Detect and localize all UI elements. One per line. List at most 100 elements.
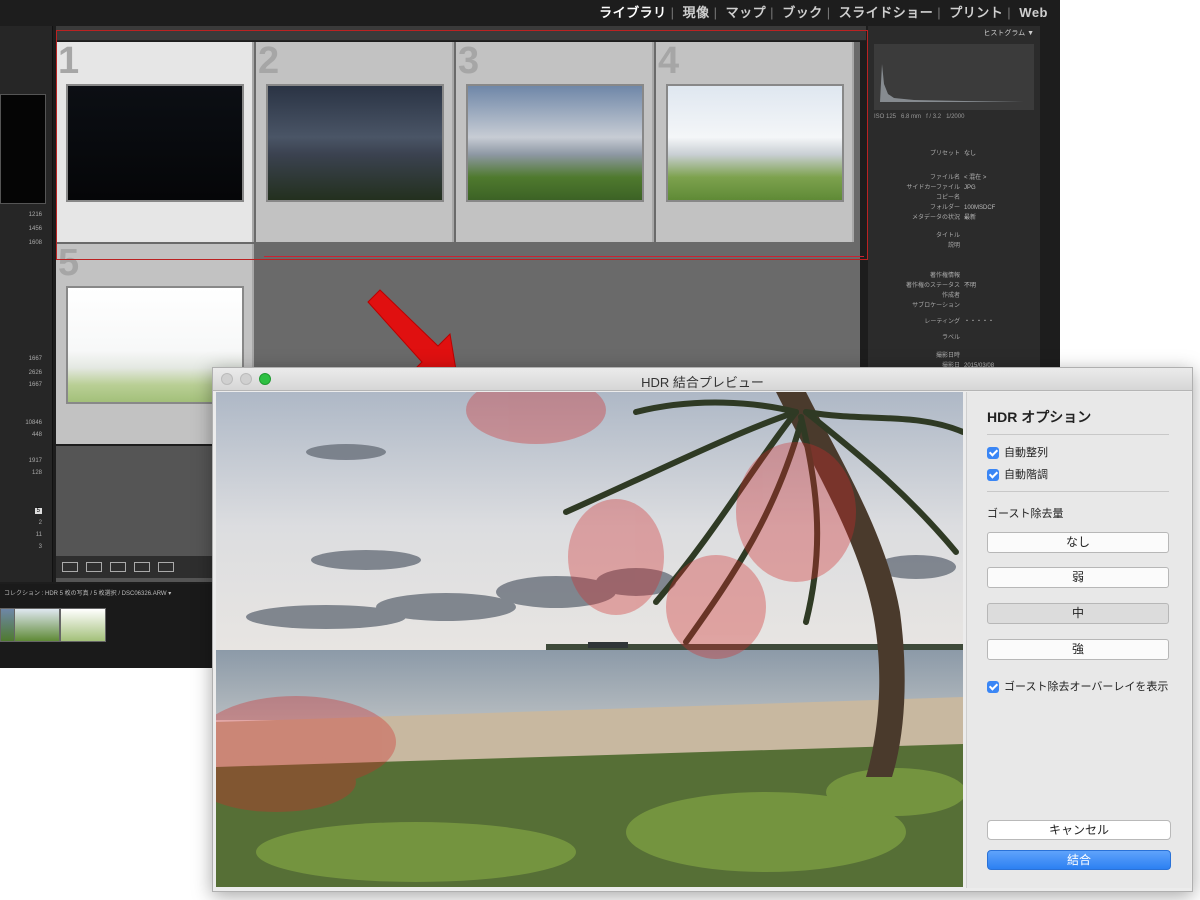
filmstrip-thumbnail[interactable] bbox=[60, 608, 106, 642]
metadata-row: コピー名 bbox=[874, 192, 1034, 201]
focal-length: 6.8 mm bbox=[901, 114, 922, 120]
checkbox-checked-icon[interactable] bbox=[987, 469, 999, 482]
metadata-key: コピー名 bbox=[935, 195, 960, 201]
metadata-key: レーティング bbox=[924, 319, 960, 325]
histogram bbox=[874, 44, 1034, 110]
metadata-value[interactable]: ・・・・・ bbox=[964, 319, 994, 325]
metadata-row: 説明 bbox=[874, 240, 1034, 249]
view-mode-bar bbox=[56, 556, 216, 578]
beach-palm-photo bbox=[216, 392, 963, 887]
module-develop[interactable]: 現像 bbox=[683, 5, 710, 20]
auto-align-checkbox[interactable]: 自動整列 bbox=[987, 446, 1048, 460]
collection-count[interactable]: 3 bbox=[39, 544, 42, 550]
deghost-amount-label: ゴースト除去量 bbox=[987, 508, 1064, 520]
metadata-key: フォルダー bbox=[929, 205, 960, 211]
hdr-options-panel: HDR オプション 自動整列 自動階調 ゴースト除去量 なし 弱 中 強 ゴース… bbox=[966, 392, 1191, 888]
module-separator: | bbox=[713, 5, 718, 20]
filmstrip-thumbnail[interactable] bbox=[14, 608, 60, 642]
deghost-low-button[interactable]: 弱 bbox=[987, 567, 1169, 588]
folder-count[interactable]: 1216 bbox=[29, 212, 42, 218]
module-book[interactable]: ブック bbox=[782, 5, 823, 20]
deghost-none-button[interactable]: なし bbox=[987, 532, 1169, 553]
grid-view-icon[interactable] bbox=[62, 562, 78, 572]
module-separator: | bbox=[937, 5, 942, 20]
checkbox-checked-icon[interactable] bbox=[987, 447, 999, 460]
metadata-value[interactable]: 不明 bbox=[964, 283, 976, 289]
metadata-key: 説明 bbox=[947, 243, 960, 249]
people-view-icon[interactable] bbox=[158, 562, 174, 572]
aperture: f / 3.2 bbox=[926, 114, 942, 120]
annotation-frame bbox=[56, 30, 868, 260]
module-separator: | bbox=[770, 5, 775, 20]
compare-view-icon[interactable] bbox=[110, 562, 126, 572]
auto-tone-checkbox[interactable]: 自動階調 bbox=[987, 468, 1048, 482]
collection-count[interactable]: 1667 bbox=[29, 382, 42, 388]
metadata-key: ファイル名 bbox=[929, 175, 960, 181]
collection-count[interactable]: 1917 bbox=[29, 458, 42, 464]
metadata-row: 撮影日時 bbox=[874, 350, 1034, 359]
collection-count[interactable]: 11 bbox=[36, 532, 42, 538]
metadata-row: メタデータの状況 最新 bbox=[874, 212, 1034, 221]
merge-button[interactable]: 結合 bbox=[987, 850, 1171, 870]
metadata-value[interactable]: 100MSDCF bbox=[964, 205, 995, 211]
metadata-key: タイトル bbox=[935, 233, 960, 239]
survey-view-icon[interactable] bbox=[134, 562, 150, 572]
dialog-titlebar[interactable]: HDR 結合プレビュー bbox=[213, 368, 1192, 391]
metadata-value[interactable]: なし bbox=[964, 151, 976, 157]
cancel-button[interactable]: キャンセル bbox=[987, 820, 1171, 840]
module-separator: | bbox=[670, 5, 675, 20]
collection-count[interactable]: 2 bbox=[39, 520, 42, 526]
module-print[interactable]: プリント bbox=[949, 5, 1003, 20]
metadata-key: プリセット bbox=[929, 151, 960, 157]
module-slideshow[interactable]: スライドショー bbox=[839, 5, 934, 20]
hdr-preview-image bbox=[216, 392, 963, 887]
metadata-key: メタデータの状況 bbox=[911, 215, 960, 221]
metadata-key: 著作権のステータス bbox=[905, 283, 960, 289]
metadata-key: サイドカーファイル bbox=[906, 185, 960, 191]
annotation-frame bbox=[264, 256, 864, 258]
collection-count[interactable]: 10846 bbox=[25, 420, 42, 426]
metadata-key: 著作権情報 bbox=[929, 273, 960, 279]
auto-tone-label: 自動階調 bbox=[1004, 469, 1048, 481]
collection-count[interactable]: 128 bbox=[32, 470, 42, 476]
module-library[interactable]: ライブラリ bbox=[599, 5, 667, 20]
deghost-medium-button[interactable]: 中 bbox=[987, 603, 1169, 624]
collection-count[interactable]: 1667 bbox=[29, 356, 42, 362]
metadata-row: 著作権のステータス 不明 bbox=[874, 280, 1034, 289]
metadata-value[interactable]: < 混在 > bbox=[964, 175, 986, 181]
histogram-info: ISO 125 6.8 mm f / 3.2 1/2000 bbox=[874, 114, 1034, 120]
loupe-view-icon[interactable] bbox=[86, 562, 102, 572]
metadata-row: 著作権情報 bbox=[874, 270, 1034, 279]
metadata-row: サブロケーション bbox=[874, 300, 1034, 309]
hdr-merge-preview-dialog: HDR 結合プレビュー HDR オプション 自動整列 自動階調 ゴースト除去量 … bbox=[212, 367, 1193, 892]
collection-count-selected[interactable]: 5 bbox=[34, 508, 42, 514]
checkbox-checked-icon[interactable] bbox=[987, 681, 999, 694]
metadata-row: レーティング ・・・・・ bbox=[874, 316, 1034, 325]
module-web[interactable]: Web bbox=[1019, 5, 1048, 20]
metadata-row: サイドカーファイル JPG bbox=[874, 182, 1034, 191]
collection-count[interactable]: 448 bbox=[32, 432, 42, 438]
metadata-key: ラベル bbox=[941, 335, 960, 341]
folder-count[interactable]: 1456 bbox=[29, 226, 42, 232]
metadata-value[interactable]: 最新 bbox=[964, 215, 976, 221]
dialog-title: HDR 結合プレビュー bbox=[641, 375, 764, 390]
iso-value: ISO 125 bbox=[874, 114, 897, 120]
metadata-row: タイトル bbox=[874, 230, 1034, 239]
deghost-high-button[interactable]: 強 bbox=[987, 639, 1169, 660]
metadata-value[interactable]: JPG bbox=[964, 185, 976, 191]
collection-count[interactable]: 2626 bbox=[29, 370, 42, 376]
show-deghost-overlay-checkbox[interactable]: ゴースト除去オーバーレイを表示 bbox=[987, 680, 1168, 694]
options-title: HDR オプション bbox=[987, 409, 1092, 425]
shutter-speed: 1/2000 bbox=[946, 114, 965, 120]
left-panel: 1216 1456 1608 1667 2626 1667 10846 448 … bbox=[0, 26, 53, 582]
filmstrip-source-label[interactable]: コレクション : HDR 5 枚の写真 / 5 枚選択 / DSC06326.A… bbox=[4, 588, 171, 597]
folder-count[interactable]: 1608 bbox=[29, 240, 42, 246]
module-map[interactable]: マップ bbox=[726, 5, 767, 20]
module-separator: | bbox=[1007, 5, 1012, 20]
module-picker: ライブラリ | 現像 | マップ | ブック | スライドショー | プリント | Web bbox=[595, 2, 1052, 21]
metadata-key: 作成者 bbox=[941, 293, 960, 299]
histogram-graph bbox=[880, 64, 1024, 102]
histogram-title[interactable]: ヒストグラム ▼ bbox=[983, 28, 1034, 38]
metadata-row: プリセット なし bbox=[874, 148, 1034, 157]
divider bbox=[987, 434, 1169, 435]
